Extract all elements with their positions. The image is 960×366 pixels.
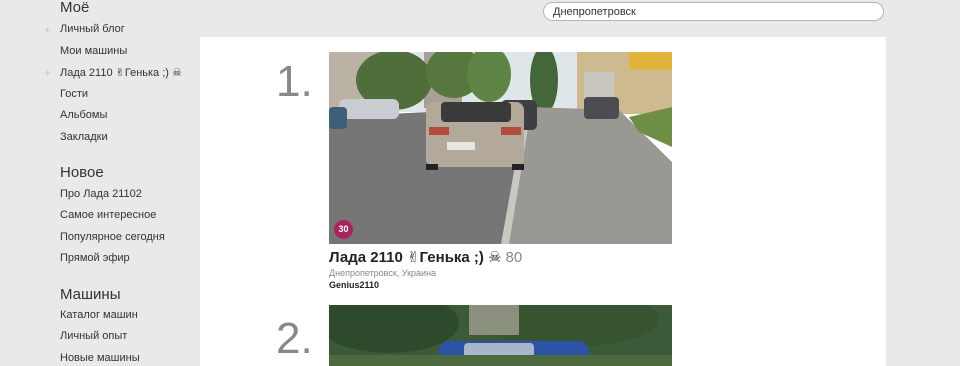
sidebar-item-new-cars[interactable]: Новые машины — [60, 352, 140, 364]
sidebar-item-about-lada[interactable]: Про Лада 21102 — [60, 188, 142, 200]
section-title-cars: Машины — [60, 286, 121, 303]
car-owner-link[interactable]: Genius2110 — [329, 280, 379, 290]
sidebar-item-my-cars[interactable]: Мои машины — [60, 45, 127, 57]
car-title-text[interactable]: Лада 2110 ✌Генька ;) ☠ — [329, 249, 502, 266]
sidebar-item-personal-blog[interactable]: Личный блог — [60, 23, 125, 35]
section-title-new: Новое — [60, 164, 104, 181]
results-panel: 1. 30 Лада 2110 ✌Генька ;) ☠ 80 Днепропе… — [200, 37, 886, 366]
photo-count-badge: 30 — [334, 220, 353, 239]
car-rating: 80 — [505, 249, 523, 266]
sidebar-item-most-interesting[interactable]: Самое интересное — [60, 209, 156, 221]
sidebar-item-popular-today[interactable]: Популярное сегодня — [60, 231, 165, 243]
section-title-mine: Моё — [60, 0, 90, 16]
sidebar-item-albums[interactable]: Альбомы — [60, 109, 107, 121]
car-photo[interactable]: 30 — [329, 52, 672, 244]
sidebar: Моё + Личный блог Мои машины + Лада 2110… — [0, 0, 200, 366]
sidebar-item-bookmarks[interactable]: Закладки — [60, 131, 108, 143]
search-input[interactable] — [543, 2, 884, 21]
sidebar-item-guests[interactable]: Гости — [60, 88, 88, 100]
rank-number: 1. — [276, 57, 313, 106]
plus-icon[interactable]: + — [44, 67, 51, 79]
sidebar-item-live[interactable]: Прямой эфир — [60, 252, 130, 264]
car-photo[interactable] — [329, 305, 672, 366]
sidebar-item-personal-experience[interactable]: Личный опыт — [60, 330, 127, 342]
car-location: Днепропетровск, Украина — [329, 268, 437, 278]
car-title[interactable]: Лада 2110 ✌Генька ;) ☠ 80 — [329, 248, 522, 266]
sidebar-item-car-lada[interactable]: Лада 2110 ✌Генька ;) ☠ — [60, 66, 182, 79]
rank-number: 2. — [276, 314, 313, 363]
plus-icon[interactable]: + — [44, 24, 51, 36]
sidebar-item-car-catalog[interactable]: Каталог машин — [60, 309, 138, 321]
